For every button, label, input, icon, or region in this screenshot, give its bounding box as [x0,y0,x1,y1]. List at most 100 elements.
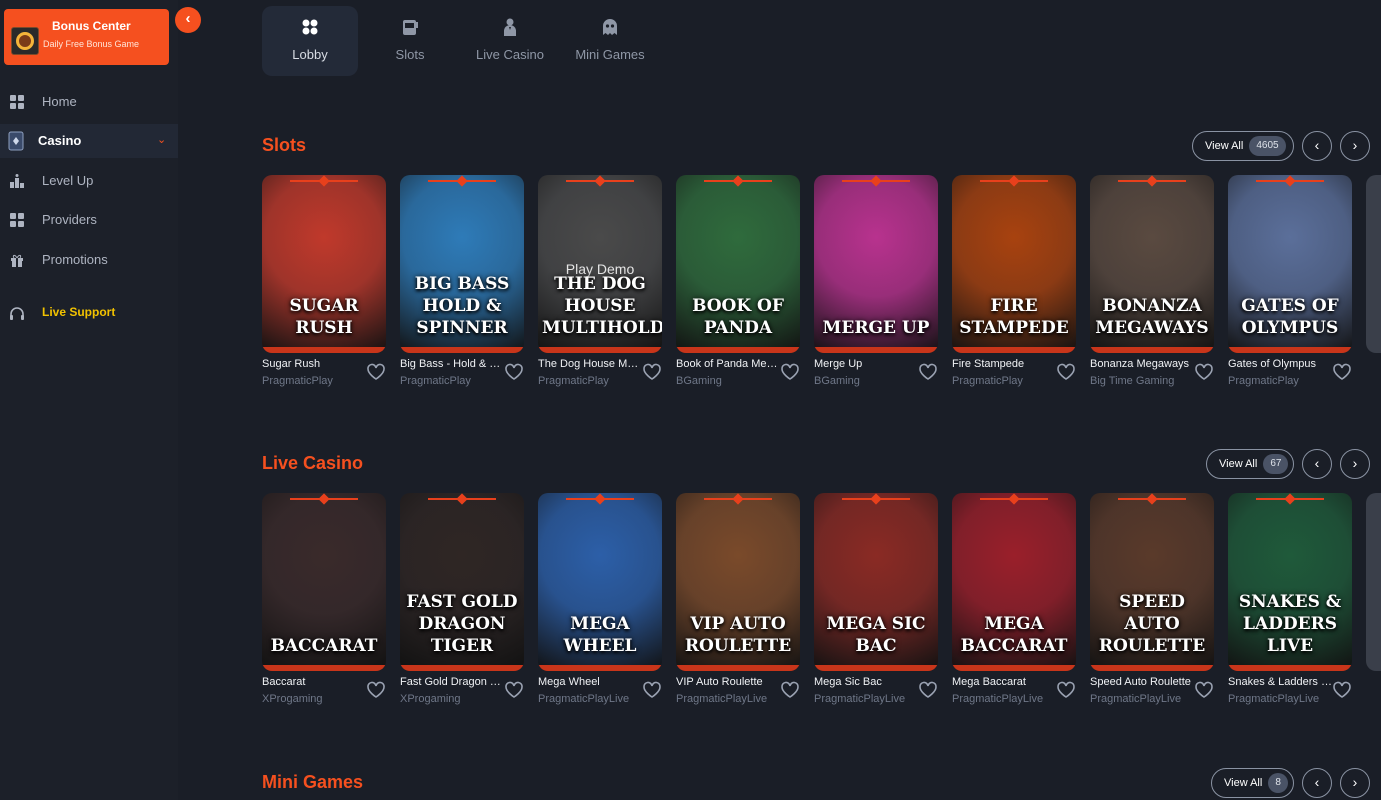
tab-live-casino[interactable]: Live Casino [462,6,558,76]
game-card[interactable]: SPEED AUTO ROULETTE Speed Auto Roulette Pr… [1090,493,1214,713]
sidebar-item-casino[interactable]: Casino ⌄ [0,124,178,158]
game-card[interactable]: BOOK OF PANDA Book of Panda Megaways BGami… [676,175,800,395]
live-casino-next-button[interactable]: › [1340,449,1370,479]
slots-next-button[interactable]: › [1340,131,1370,161]
game-card-peek[interactable] [1366,493,1381,713]
heart-icon[interactable] [780,362,800,382]
game-card[interactable]: MERGE UP Merge Up BGaming [814,175,938,395]
view-all-label: View All [1224,777,1263,789]
sidebar-item-home[interactable]: Home [0,85,178,119]
tab-mini-games[interactable]: Mini Games [562,6,658,76]
game-name[interactable]: The Dog House Multihold [538,358,642,370]
game-thumbnail[interactable]: FIRE STAMPEDE [952,175,1076,353]
game-thumbnail[interactable]: SUGAR RUSH [262,175,386,353]
podium-icon [10,174,24,188]
game-logo-title: MEGA BACCARAT [960,614,1068,656]
heart-icon[interactable] [1056,362,1076,382]
game-name[interactable]: Big Bass - Hold & Spinner [400,358,504,370]
view-all-live-casino-button[interactable]: View All 67 [1206,449,1294,479]
heart-icon[interactable] [504,680,524,700]
game-name[interactable]: Speed Auto Roulette [1090,676,1194,688]
game-thumbnail[interactable]: BACCARAT [262,493,386,671]
game-thumbnail[interactable]: BONANZA MEGAWAYS [1090,175,1214,353]
game-card[interactable]: BIG BASS HOLD & SPINNER Big Bass - Hold &… [400,175,524,395]
game-thumbnail[interactable]: FAST GOLD DRAGON TIGER [400,493,524,671]
game-thumbnail[interactable]: SNAKES & LADDERS LIVE [1228,493,1352,671]
game-card[interactable]: SNAKES & LADDERS LIVE Snakes & Ladders Li… [1228,493,1352,713]
tab-lobby[interactable]: Lobby [262,6,358,76]
game-thumbnail[interactable]: BIG BASS HOLD & SPINNER [400,175,524,353]
game-name[interactable]: Fire Stampede [952,358,1056,370]
heart-icon[interactable] [366,362,386,382]
bonus-center-banner[interactable]: Bonus Center Daily Free Bonus Game [4,9,169,65]
game-card[interactable]: MEGA SIC BAC Mega Sic Bac PragmaticPlayLiv… [814,493,938,713]
heart-icon[interactable] [780,680,800,700]
heart-icon[interactable] [1194,680,1214,700]
game-name[interactable]: Mega Sic Bac [814,676,918,688]
game-name[interactable]: Book of Panda Megaways [676,358,780,370]
heart-icon[interactable] [504,362,524,382]
heart-icon[interactable] [1194,362,1214,382]
tab-slots[interactable]: Slots [362,6,458,76]
game-card[interactable]: MEGA BACCARAT Mega Baccarat PragmaticPlayL… [952,493,1076,713]
mini-games-next-button[interactable]: › [1340,768,1370,798]
game-thumbnail[interactable]: VIP AUTO ROULETTE [676,493,800,671]
live-support-link[interactable]: Live Support [0,296,178,330]
game-card[interactable]: VIP AUTO ROULETTE VIP Auto Roulette Pragma… [676,493,800,713]
heart-icon[interactable] [1056,680,1076,700]
game-logo-title: FAST GOLD DRAGON TIGER [406,592,518,656]
sidebar-item-providers[interactable]: Providers [0,203,178,237]
game-card[interactable]: FIRE STAMPEDE Fire Stampede PragmaticPlay [952,175,1076,395]
game-card[interactable]: BONANZA MEGAWAYS Bonanza Megaways Big Time… [1090,175,1214,395]
heart-icon[interactable] [642,362,662,382]
game-card[interactable]: FAST GOLD DRAGON TIGER Fast Gold Dragon T… [400,493,524,713]
game-thumbnail[interactable]: MERGE UP [814,175,938,353]
sidebar-item-promotions[interactable]: Promotions [0,243,178,277]
sidebar: Bonus Center Daily Free Bonus Game Home … [0,0,178,800]
game-name[interactable]: Bonanza Megaways [1090,358,1194,370]
tab-label: Slots [395,47,425,62]
game-card[interactable]: SUGAR RUSH Sugar Rush PragmaticPlay [262,175,386,395]
game-thumbnail[interactable]: MEGA WHEEL [538,493,662,671]
heart-icon[interactable] [366,680,386,700]
game-card[interactable]: Play Demo THE DOG HOUSE MULTIHOLD The Dog … [538,175,662,395]
game-card[interactable]: BACCARAT Baccarat XProgaming [262,493,386,713]
view-all-label: View All [1205,140,1244,152]
heart-icon[interactable] [1332,362,1352,382]
game-thumbnail[interactable]: BOOK OF PANDA [676,175,800,353]
mini-games-prev-button[interactable]: ‹ [1302,768,1332,798]
game-card[interactable]: MEGA WHEEL Mega Wheel PragmaticPlayLive [538,493,662,713]
game-thumbnail[interactable]: MEGA SIC BAC [814,493,938,671]
game-name[interactable]: Fast Gold Dragon Tiger [400,676,504,688]
sidebar-item-level-up[interactable]: Level Up [0,164,178,198]
game-name[interactable]: Mega Wheel [538,676,642,688]
game-logo-title: BACCARAT [270,636,378,656]
game-thumbnail[interactable]: MEGA BACCARAT [952,493,1076,671]
game-name[interactable]: Mega Baccarat [952,676,1056,688]
heart-icon[interactable] [642,680,662,700]
bonus-center-title: Bonus Center [52,19,131,33]
game-card-peek[interactable] [1366,175,1381,395]
slots-prev-button[interactable]: ‹ [1302,131,1332,161]
game-name[interactable]: Sugar Rush [262,358,366,370]
game-thumbnail[interactable]: GATES OF OLYMPUS [1228,175,1352,353]
game-name[interactable]: Gates of Olympus [1228,358,1332,370]
game-provider: BGaming [676,375,722,387]
game-name[interactable]: Snakes & Ladders Live [1228,676,1332,688]
game-thumbnail[interactable]: Play Demo THE DOG HOUSE MULTIHOLD [538,175,662,353]
view-all-slots-button[interactable]: View All 4605 [1192,131,1294,161]
game-thumbnail[interactable]: SPEED AUTO ROULETTE [1090,493,1214,671]
game-logo-title: BIG BASS HOLD & SPINNER [414,274,510,338]
heart-icon[interactable] [1332,680,1352,700]
collapse-sidebar-button[interactable]: ‹ [175,7,201,33]
game-name[interactable]: Merge Up [814,358,918,370]
game-card[interactable]: GATES OF OLYMPUS Gates of Olympus Pragmati… [1228,175,1352,395]
live-casino-prev-button[interactable]: ‹ [1302,449,1332,479]
game-name[interactable]: Baccarat [262,676,366,688]
heart-icon[interactable] [918,362,938,382]
heart-icon[interactable] [918,680,938,700]
live-support-label: Live Support [42,305,116,319]
view-all-mini-games-button[interactable]: View All 8 [1211,768,1294,798]
game-name[interactable]: VIP Auto Roulette [676,676,780,688]
game-provider: PragmaticPlay [538,375,609,387]
